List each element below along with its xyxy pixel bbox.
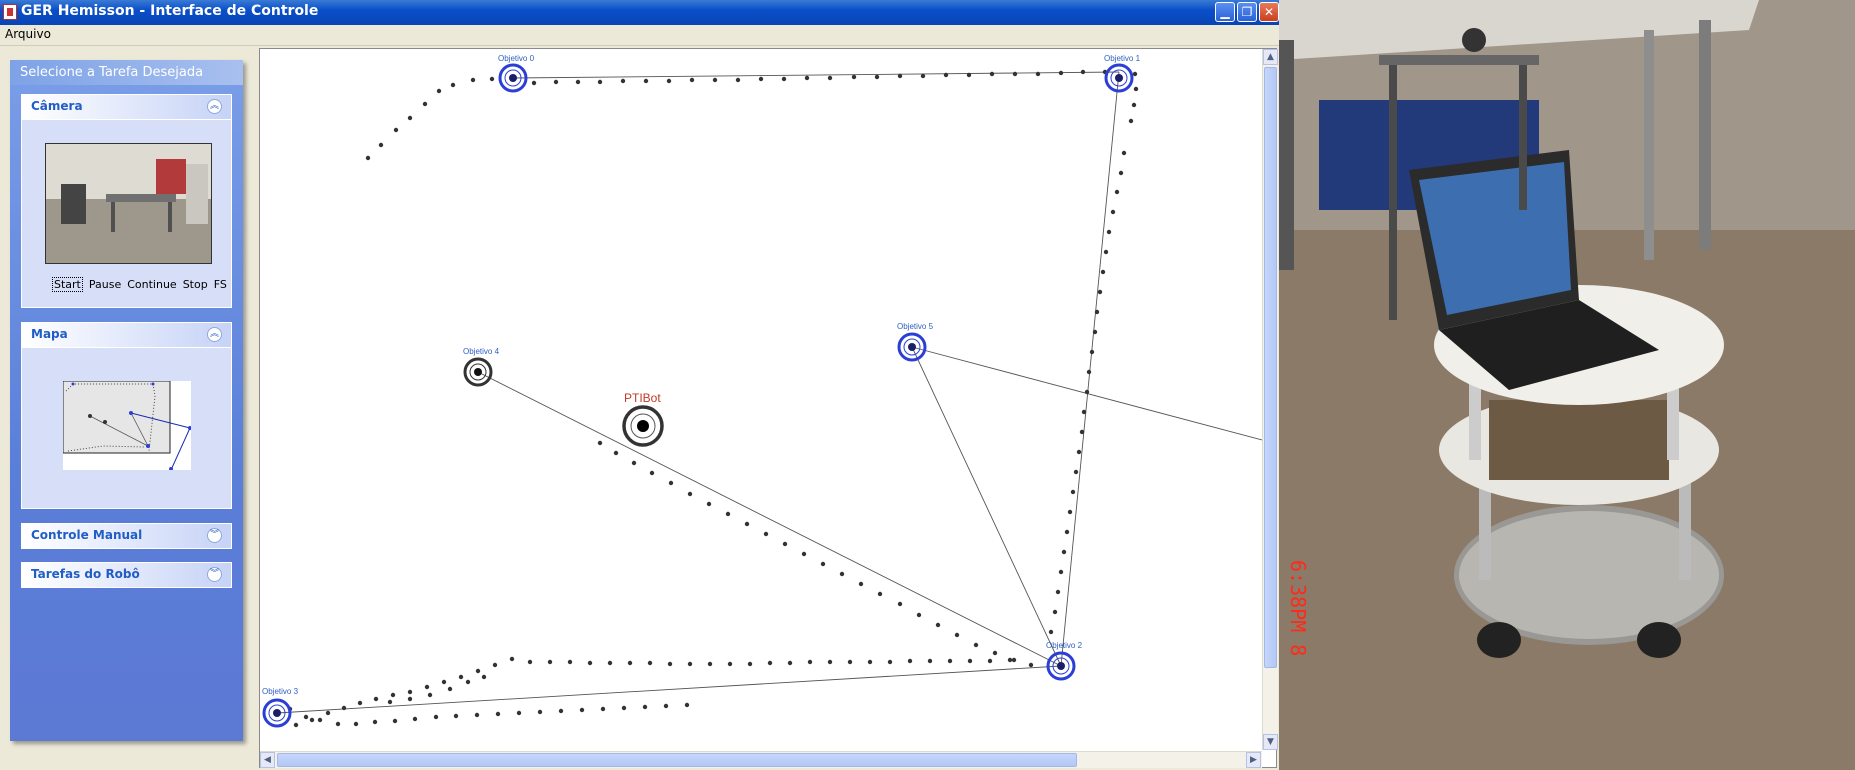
minimap[interactable] — [62, 380, 192, 471]
manual-control-section-title: Controle Manual — [31, 528, 143, 542]
minimize-button[interactable]: ▁ — [1215, 2, 1235, 22]
java-app-icon[interactable] — [3, 4, 17, 20]
robot-label: PTIBot — [624, 391, 661, 405]
photo-timestamp: 6:38PM 8 — [1286, 560, 1310, 657]
manual-control-section: Controle Manual ︾ — [21, 523, 232, 549]
expand-icon[interactable]: ︾ — [207, 528, 222, 543]
minimize-icon: ▁ — [1220, 5, 1230, 19]
camera-section: Câmera ︽ Start Pause Continue Stop FS — [21, 94, 232, 308]
map-section-header[interactable]: Mapa ︽ — [22, 323, 231, 348]
chevron-left-icon: ◀ — [264, 755, 271, 765]
map-section: Mapa ︽ — [21, 322, 232, 509]
scroll-down-button[interactable]: ▼ — [1263, 734, 1278, 750]
chevron-right-icon: ▶ — [1250, 755, 1257, 765]
collapse-icon[interactable]: ︽ — [207, 327, 222, 342]
objective-marker[interactable] — [1046, 651, 1076, 681]
robot-photo-image — [1279, 0, 1855, 770]
chevron-up-icon: ▲ — [1267, 52, 1274, 62]
robot-tasks-section-header[interactable]: Tarefas do Robô ︾ — [22, 563, 231, 588]
camera-controls: Start Pause Continue Stop FS — [52, 277, 233, 292]
objective-label: Objetivo 3 — [262, 687, 299, 696]
objective-marker[interactable] — [262, 698, 292, 728]
objective-label: Objetivo 5 — [897, 322, 934, 331]
title-bar[interactable]: GER Hemisson - Interface de Controle ▁ ❐… — [0, 0, 1279, 25]
vertical-scroll-thumb[interactable] — [1264, 67, 1277, 668]
close-icon: ✕ — [1263, 5, 1275, 19]
panel-header: Selecione a Tarefa Desejada — [10, 60, 243, 85]
stop-button[interactable]: Stop — [183, 278, 208, 291]
robot-marker[interactable] — [622, 405, 664, 447]
window-title: GER Hemisson - Interface de Controle — [21, 3, 319, 19]
horizontal-scroll-thumb[interactable] — [277, 753, 1077, 767]
scroll-right-button[interactable]: ▶ — [1246, 752, 1261, 768]
expand-icon[interactable]: ︾ — [207, 567, 222, 582]
horizontal-scrollbar[interactable]: ◀ ▶ — [260, 751, 1262, 768]
objective-label: Objetivo 4 — [463, 347, 500, 356]
scroll-up-button[interactable]: ▲ — [1263, 49, 1278, 65]
objective-marker[interactable] — [463, 357, 493, 387]
objective-marker[interactable] — [897, 332, 927, 362]
start-button[interactable]: Start — [52, 277, 83, 292]
menu-bar: Arquivo — [0, 25, 1279, 46]
vertical-scrollbar[interactable]: ▲ ▼ — [1262, 49, 1278, 750]
manual-control-section-header[interactable]: Controle Manual ︾ — [22, 524, 231, 549]
close-button[interactable]: ✕ — [1259, 2, 1279, 22]
robot-tasks-section-title: Tarefas do Robô — [31, 567, 140, 581]
task-panel: Selecione a Tarefa Desejada Câmera ︽ Sta… — [10, 60, 243, 741]
collapse-icon[interactable]: ︽ — [207, 99, 222, 114]
robot-photo: 6:38PM 8 — [1279, 0, 1855, 770]
menu-arquivo[interactable]: Arquivo — [5, 27, 51, 41]
map-section-title: Mapa — [31, 327, 68, 341]
minimap-drawing — [62, 380, 192, 471]
pause-button[interactable]: Pause — [89, 278, 121, 291]
camera-section-header[interactable]: Câmera ︽ — [22, 95, 231, 120]
camera-feed — [45, 143, 212, 264]
camera-feed-image — [46, 144, 211, 263]
app-window: GER Hemisson - Interface de Controle ▁ ❐… — [0, 0, 1279, 770]
robot-tasks-section: Tarefas do Robô ︾ — [21, 562, 232, 588]
restore-button[interactable]: ❐ — [1237, 2, 1257, 22]
objective-label: Objetivo 0 — [498, 54, 535, 63]
scroll-left-button[interactable]: ◀ — [260, 752, 275, 768]
restore-icon: ❐ — [1241, 5, 1253, 19]
camera-section-title: Câmera — [31, 99, 83, 113]
objective-marker[interactable] — [1104, 63, 1134, 93]
map-drawing[interactable]: Objetivo 0 Objetivo 1 Objetivo 2 Objetiv… — [260, 49, 1263, 751]
map-canvas[interactable]: Objetivo 0 Objetivo 1 Objetivo 2 Objetiv… — [259, 48, 1277, 768]
objective-label: Objetivo 2 — [1046, 641, 1083, 650]
objective-label: Objetivo 1 — [1104, 54, 1141, 63]
continue-button[interactable]: Continue — [127, 278, 176, 291]
chevron-down-icon: ▼ — [1267, 737, 1274, 747]
fullscreen-button[interactable]: FS — [214, 278, 227, 291]
